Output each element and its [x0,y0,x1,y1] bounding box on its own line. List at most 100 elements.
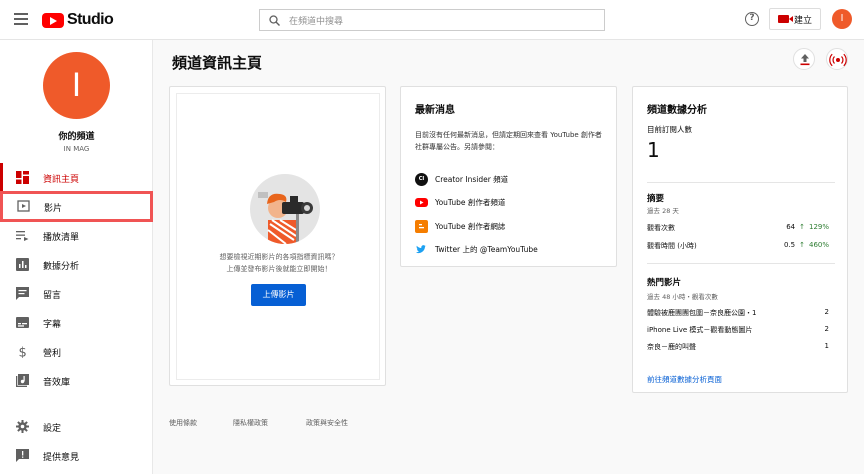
footer-link-terms[interactable]: 使用條款 [169,418,197,428]
sidebar: I 你的頻道 IN MAG 資訊主頁 影片 播放清單 數據分析 留言 字幕 $ [0,40,153,474]
sidebar-item-comments[interactable]: 留言 [0,279,153,308]
sidebar-item-feedback[interactable]: 提供意見 [0,441,153,470]
menu-icon[interactable] [14,13,28,25]
video-camera-icon [777,15,793,23]
sidebar-item-label: 字幕 [43,320,62,330]
help-icon[interactable]: ? [745,12,759,26]
sidebar-item-label: 營利 [43,349,62,359]
news-card: 最新消息 目前沒有任何最新消息，但請定期回來查看 YouTube 創作者社群專屬… [400,86,617,267]
metric-label: 觀看次數 [647,224,675,232]
channel-handle: IN MAG [63,145,90,153]
sidebar-item-monetization[interactable]: $ 營利 [0,337,153,366]
playlist-icon [16,231,29,241]
news-link-twitter[interactable]: Twitter 上的 @TeamYouTube [415,242,538,256]
upload-hint-line-1: 想要檢視近期影片的各項指標資訊嗎？ [219,253,339,261]
search-icon [269,14,280,26]
upload-button[interactable] [793,48,815,70]
account-avatar[interactable]: I [832,9,852,29]
footer-link-privacy[interactable]: 隱私權政策 [233,418,268,428]
create-button[interactable]: 建立 [769,8,821,30]
sidebar-item-label: 提供意見 [43,453,80,463]
sidebar-item-label: 音效庫 [43,378,71,388]
upload-hint: 想要檢視近期影片的各項指標資訊嗎？ 上傳並發布影片後就能立即開始！ [185,251,373,275]
analytics-title: 頻道數據分析 [647,105,707,116]
sidebar-item-playlists[interactable]: 播放清單 [0,221,153,250]
sidebar-item-label: 設定 [43,424,62,434]
top-video-row[interactable]: 奈良－鹿的叫聲 1 [647,342,829,352]
divider [647,263,835,264]
sidebar-item-analytics[interactable]: 數據分析 [0,250,153,279]
top-videos-period: 過去 48 小時・觀看次數 [647,293,718,301]
sidebar-bottom-nav: 設定 提供意見 [0,412,153,470]
video-icon [17,200,30,212]
news-link-label: YouTube 創作者頻道 [435,197,506,207]
metric-row-watch-time: 觀看時間 (小時) 0.5 ↑ 460% [647,241,829,251]
top-video-row[interactable]: iPhone Live 模式－觀看動態圖片 2 [647,325,829,335]
top-video-title: 體驗被鹿團團包圍－奈良鹿公園・1 [647,309,757,317]
up-arrow-icon: ↑ [799,223,805,231]
studio-logo[interactable]: Studio [42,11,114,29]
monetization-icon: $ [19,346,27,359]
summary-title: 摘要 [647,194,665,204]
upload-hint-line-2: 上傳並發布影片後就能立即開始！ [226,265,332,273]
search-placeholder: 在頻道中搜尋 [289,16,344,27]
summary-period: 過去 28 天 [647,207,679,215]
sidebar-item-label: 留言 [43,291,62,301]
metric-value: 0.5 [783,241,796,249]
sidebar-item-label: 播放清單 [43,233,80,243]
go-to-analytics-link[interactable]: 前往頻道數據分析頁面 [647,374,722,385]
top-bar: Studio 在頻道中搜尋 ? 建立 I [0,0,864,40]
youtube-icon [415,197,428,207]
blogger-icon [415,219,428,233]
subtitles-icon [16,317,29,328]
metric-change: 129% [808,223,829,231]
up-arrow-icon: ↑ [799,241,805,249]
gear-icon [16,420,29,433]
dashboard-icon [16,171,29,184]
creator-illustration [250,174,320,244]
comments-icon [16,287,29,300]
sidebar-item-label: 資訊主頁 [43,175,80,185]
search-input[interactable]: 在頻道中搜尋 [259,9,605,31]
sidebar-item-subtitles[interactable]: 字幕 [0,308,153,337]
sidebar-item-videos[interactable]: 影片 [0,191,153,222]
page-title: 頻道資訊主頁 [172,54,263,72]
feedback-icon [16,449,29,462]
news-link-youtube-creators[interactable]: YouTube 創作者頻道 [415,195,505,209]
top-videos-title: 熱門影片 [647,278,682,288]
top-video-views: 2 [824,308,829,316]
news-body: 目前沒有任何最新消息，但請定期回來查看 YouTube 創作者社群專屬公告。另請… [415,131,602,151]
news-link-label: Twitter 上的 @TeamYouTube [435,244,538,254]
audio-library-icon [16,374,29,387]
go-live-button[interactable] [826,48,848,70]
sidebar-item-audio-library[interactable]: 音效庫 [0,366,153,395]
top-video-title: 奈良－鹿的叫聲 [647,343,696,351]
news-link-label: YouTube 創作者網誌 [435,221,506,231]
top-video-title: iPhone Live 模式－觀看動態圖片 [647,326,753,334]
upload-video-button[interactable]: 上傳影片 [251,284,306,306]
create-label: 建立 [793,15,812,26]
creator-insider-icon: CI [415,172,428,186]
sidebar-nav: 資訊主頁 影片 播放清單 數據分析 留言 字幕 $ 營利 音效庫 [0,163,153,395]
news-link-creator-insider[interactable]: CI Creator Insider 頻道 [415,172,508,186]
sidebar-item-dashboard[interactable]: 資訊主頁 [0,163,153,192]
divider [647,182,835,183]
channel-name: 你的頻道 [58,132,95,142]
svg-text:$: $ [19,346,27,359]
metric-label: 觀看時間 (小時) [647,242,697,250]
news-link-creator-blog[interactable]: YouTube 創作者網誌 [415,219,505,233]
footer-link-policy[interactable]: 政策與安全性 [306,418,348,428]
news-link-label: Creator Insider 頻道 [435,174,509,184]
upload-dropzone: 想要檢視近期影片的各項指標資訊嗎？ 上傳並發布影片後就能立即開始！ 上傳影片 [176,93,380,380]
top-video-row[interactable]: 體驗被鹿團團包圍－奈良鹿公園・1 2 [647,308,829,318]
top-video-views: 2 [824,325,829,333]
news-title: 最新消息 [415,105,455,116]
brand-name: Studio [67,11,114,28]
analytics-icon [16,258,29,271]
twitter-icon [415,243,428,256]
youtube-logo-icon [42,12,64,28]
sidebar-item-settings[interactable]: 設定 [0,412,153,441]
live-icon [829,53,847,67]
metric-row-views: 觀看次數 64 ↑ 129% [647,223,829,233]
channel-avatar[interactable]: I [43,52,110,119]
